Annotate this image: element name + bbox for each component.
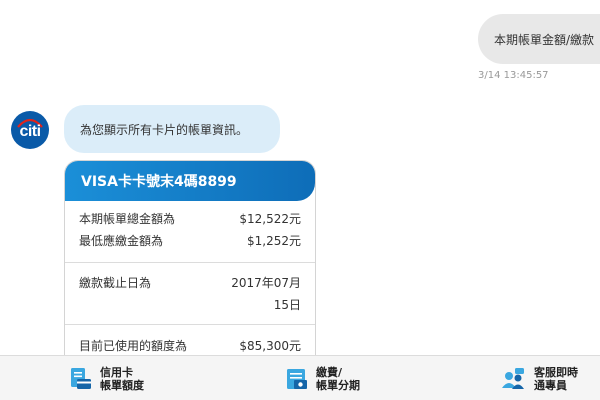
minimum-amount-label: 最低應繳金額為 bbox=[79, 234, 164, 248]
bill-card: VISA卡卡號末4碼8899 本期帳單總金額為 $12,522元 最低應繳金額為… bbox=[64, 160, 316, 355]
used-credit-row: 目前已使用的額度為 $85,300元 bbox=[79, 335, 301, 355]
used-credit-label: 目前已使用的額度為 bbox=[79, 339, 188, 353]
total-amount-row: 本期帳單總金額為 $12,522元 bbox=[79, 208, 301, 230]
chat-area: 本期帳單金額/繳款 3/14 13:45:57 citi 為您顯示所有卡片的帳單… bbox=[0, 0, 600, 355]
due-date-value-line2: 15日 bbox=[273, 298, 301, 312]
used-credit-value: $85,300元 bbox=[239, 339, 301, 353]
nav-customer-service-label: 客服即時 通專員 bbox=[534, 365, 578, 392]
bot-message-text: 為您顯示所有卡片的帳單資訊。 bbox=[80, 122, 249, 137]
amount-section: 本期帳單總金額為 $12,522元 最低應繳金額為 $1,252元 bbox=[65, 201, 315, 263]
bottom-nav-bar: 信用卡 帳單額度 繳費/ 帳單分期 客服即時 通專員 bbox=[0, 355, 600, 400]
total-amount-label: 本期帳單總金額為 bbox=[79, 212, 176, 226]
avatar-logo-text: citi bbox=[19, 123, 41, 140]
due-date-value-line1: 2017年07月 bbox=[231, 276, 301, 290]
user-message-bubble: 本期帳單金額/繳款 bbox=[478, 14, 600, 64]
nav-credit-card-bill-button[interactable]: 信用卡 帳單額度 bbox=[70, 356, 144, 400]
payment-installment-icon bbox=[287, 368, 307, 389]
nav-payment-installment-button[interactable]: 繳費/ 帳單分期 bbox=[286, 356, 360, 400]
user-message-text: 本期帳單金額/繳款 bbox=[494, 32, 595, 47]
credit-card-bill-icon bbox=[71, 367, 91, 389]
total-amount-value: $12,522元 bbox=[239, 212, 301, 226]
nav-credit-card-bill-label: 信用卡 帳單額度 bbox=[100, 365, 144, 392]
used-credit-section: 目前已使用的額度為 $85,300元 bbox=[65, 325, 315, 355]
due-date-value: 2017年07月 15日 bbox=[215, 272, 301, 316]
message-timestamp: 3/14 13:45:57 bbox=[478, 70, 549, 81]
customer-service-icon bbox=[502, 367, 524, 389]
due-date-section: 繳款截止日為 2017年07月 15日 bbox=[65, 263, 315, 325]
due-date-row: 繳款截止日為 2017年07月 15日 bbox=[79, 272, 301, 316]
card-title: VISA卡卡號末4碼8899 bbox=[65, 161, 315, 201]
bot-message-bubble: 為您顯示所有卡片的帳單資訊。 bbox=[64, 105, 280, 153]
nav-customer-service-button[interactable]: 客服即時 通專員 bbox=[500, 356, 578, 400]
citi-avatar: citi bbox=[11, 111, 49, 149]
due-date-label: 繳款截止日為 bbox=[79, 276, 152, 290]
minimum-amount-value: $1,252元 bbox=[247, 234, 301, 248]
minimum-amount-row: 最低應繳金額為 $1,252元 bbox=[79, 230, 301, 252]
nav-payment-installment-label: 繳費/ 帳單分期 bbox=[316, 365, 360, 392]
